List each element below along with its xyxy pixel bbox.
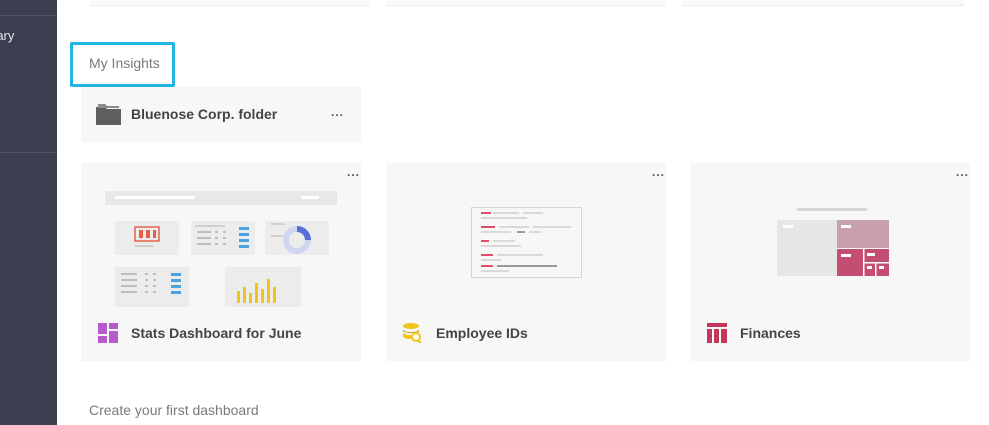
section-title-my-insights: My Insights [89, 55, 160, 71]
main-content: My Insights Bluenose Corp. folder ... ..… [57, 0, 989, 425]
dashboard-icon [98, 323, 118, 348]
folder-card[interactable]: Bluenose Corp. folder ... [81, 87, 361, 142]
card-name: Stats Dashboard for June [131, 325, 302, 341]
card-name: Employee IDs [436, 325, 528, 341]
insight-card-stats-dashboard[interactable]: ... Stats Dashboard for June [81, 163, 361, 361]
dataset-search-icon [403, 323, 423, 348]
dataset-thumbnail [471, 207, 582, 278]
insight-card-employee-ids[interactable]: ... Employee IDs [386, 163, 666, 361]
card-menu-button[interactable]: ... [652, 165, 665, 179]
insight-card-partial[interactable] [682, 0, 964, 6]
card-name: Finances [740, 325, 801, 341]
pivot-table-icon [707, 323, 727, 348]
finances-thumbnail [777, 208, 889, 276]
insight-card-finances[interactable]: ... Finances [690, 163, 970, 361]
app-root: rary d My Insights Bluenose Corp. folder… [0, 0, 989, 425]
card-menu-button[interactable]: ... [956, 165, 969, 179]
section-title-create-dashboard: Create your first dashboard [89, 402, 259, 418]
insight-card-partial[interactable] [386, 0, 666, 6]
sidebar-divider [0, 15, 57, 16]
folder-icon [96, 104, 121, 130]
folder-menu-button[interactable]: ... [331, 105, 344, 119]
card-menu-button[interactable]: ... [347, 165, 360, 179]
dashboard-thumbnail [105, 191, 337, 307]
sidebar-divider [0, 152, 57, 153]
sidebar: rary d [0, 0, 57, 425]
folder-label: Bluenose Corp. folder [131, 106, 278, 122]
sidebar-item-library[interactable]: rary [0, 28, 14, 43]
insight-card-partial[interactable] [90, 0, 370, 6]
